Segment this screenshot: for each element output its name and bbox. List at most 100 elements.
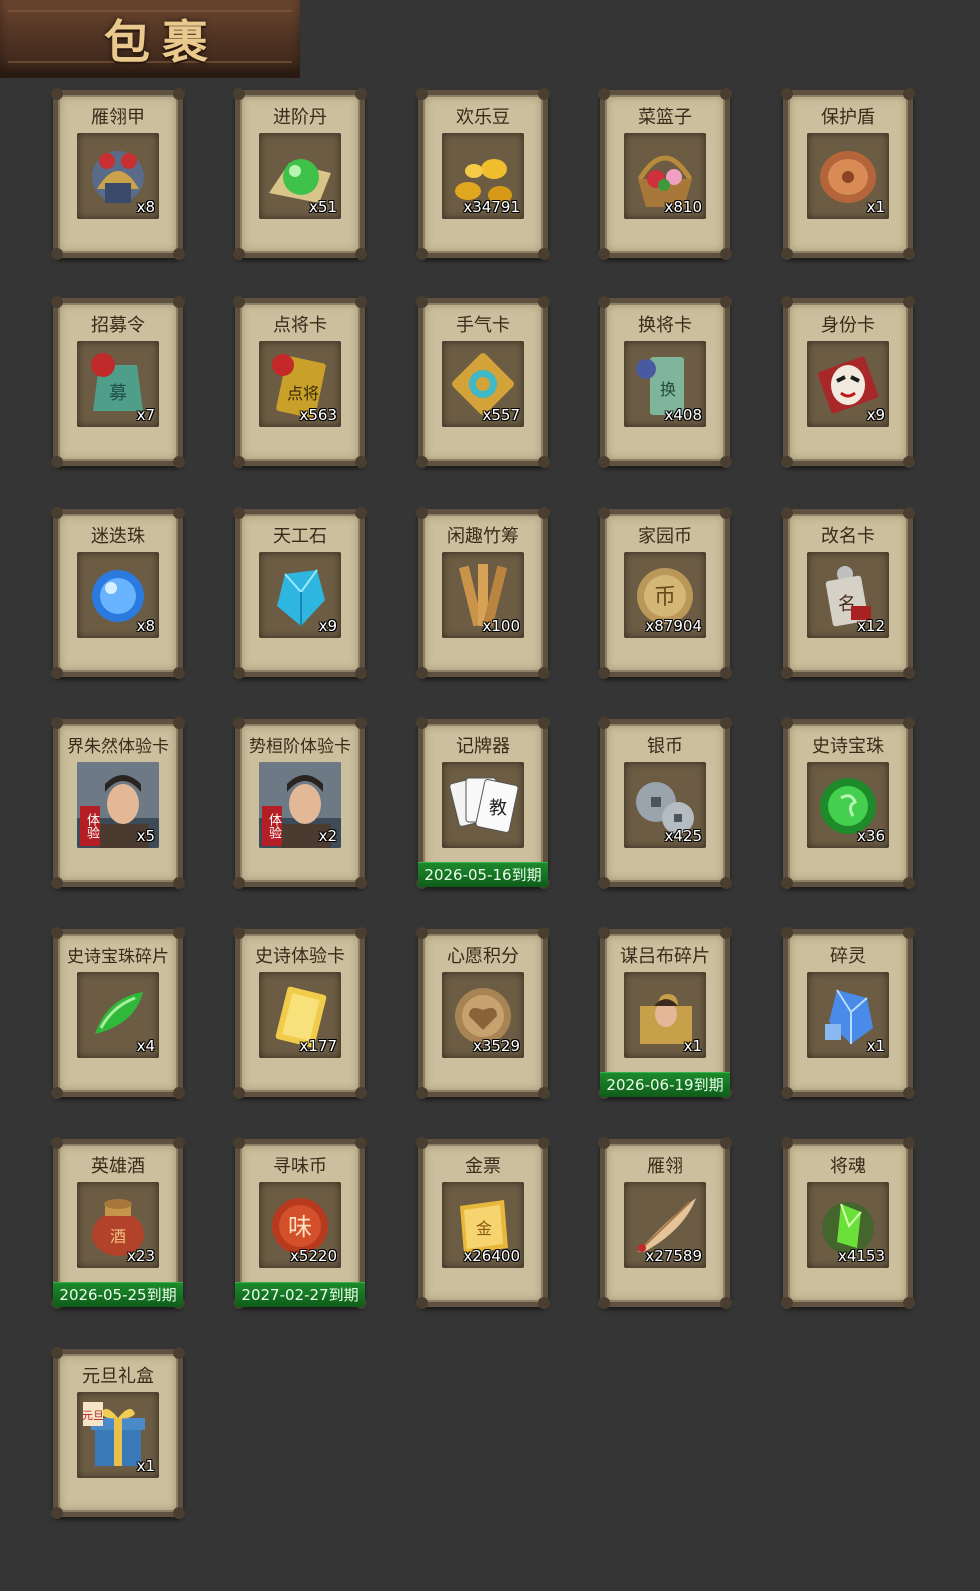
card-corner-rivet xyxy=(173,248,185,260)
card-corner-rivet xyxy=(173,1087,185,1099)
item-count: x1 xyxy=(136,1457,155,1475)
inventory-slot[interactable]: 身份卡 x9 xyxy=(781,296,915,468)
item-count: x87904 xyxy=(645,617,702,635)
item-icon-frame: 教 xyxy=(442,762,524,848)
item-name: 点将卡 xyxy=(273,315,327,336)
item-icon-frame: x810 xyxy=(624,133,706,219)
card-corner-rivet xyxy=(416,248,428,260)
card-corner-rivet xyxy=(51,456,63,468)
item-name: 谋吕布碎片 xyxy=(620,946,710,967)
card-corner-rivet xyxy=(720,248,732,260)
item-count: x563 xyxy=(299,406,337,424)
item-count: x9 xyxy=(866,406,885,424)
inventory-slot[interactable]: 手气卡 x557 xyxy=(416,296,550,468)
inventory-slot[interactable]: 英雄酒酒 x23 2026-05-25到期 xyxy=(51,1137,185,1309)
item-count: x1 xyxy=(683,1037,702,1055)
item-count: x810 xyxy=(664,198,702,216)
inventory-slot[interactable]: 点将卡点将 x563 xyxy=(233,296,367,468)
card-corner-rivet xyxy=(233,248,245,260)
expiry-badge: 2026-05-16到期 xyxy=(418,862,548,887)
inventory-slot[interactable]: 碎灵 x1 xyxy=(781,927,915,1099)
item-name: 势桓阶体验卡 xyxy=(249,737,351,757)
inventory-slot[interactable]: 元旦礼盒元旦 x1 xyxy=(51,1347,185,1519)
inventory-slot[interactable]: 势桓阶体验卡 体验 x2 xyxy=(233,717,367,889)
inventory-slot[interactable]: 菜篮子 x810 xyxy=(598,88,732,260)
inventory-slot[interactable]: 家园币币 x87904 xyxy=(598,507,732,679)
inventory-slot[interactable]: 雁翎甲 x8 xyxy=(51,88,185,260)
inventory-slot[interactable]: 迷迭珠 x8 xyxy=(51,507,185,679)
item-count: x8 xyxy=(136,617,155,635)
inventory-slot[interactable]: 将魂 x4153 xyxy=(781,1137,915,1309)
inventory-slot[interactable]: 史诗宝珠碎片 x4 xyxy=(51,927,185,1099)
card-corner-rivet xyxy=(173,456,185,468)
inventory-slot[interactable]: 换将卡换 x408 xyxy=(598,296,732,468)
svg-text:元旦: 元旦 xyxy=(82,1409,104,1422)
item-name: 金票 xyxy=(465,1156,501,1177)
item-name: 记牌器 xyxy=(456,736,510,757)
card-corner-rivet xyxy=(781,1087,793,1099)
item-name: 身份卡 xyxy=(821,315,875,336)
inventory-slot[interactable]: 金票金 x26400 xyxy=(416,1137,550,1309)
trial-tag: 体验 xyxy=(262,806,282,846)
svg-text:点将: 点将 xyxy=(287,384,319,403)
item-name: 元旦礼盒 xyxy=(82,1366,154,1387)
inventory-slot[interactable]: 招募令募 x7 xyxy=(51,296,185,468)
card-corner-rivet xyxy=(416,667,428,679)
inventory-slot[interactable]: 保护盾 x1 xyxy=(781,88,915,260)
card-corner-rivet xyxy=(903,667,915,679)
item-icon-frame: x557 xyxy=(442,341,524,427)
inventory-slot[interactable]: 雁翎 x27589 xyxy=(598,1137,732,1309)
item-name: 碎灵 xyxy=(830,946,866,967)
trial-tag: 体验 xyxy=(80,806,100,846)
item-icon-frame: x27589 xyxy=(624,1182,706,1268)
card-corner-rivet xyxy=(355,456,367,468)
expiry-badge: 2026-05-25到期 xyxy=(53,1282,183,1307)
svg-text:币: 币 xyxy=(654,585,676,610)
item-count: x36 xyxy=(857,827,885,845)
svg-text:换: 换 xyxy=(660,380,676,399)
card-corner-rivet xyxy=(538,667,550,679)
item-count: x408 xyxy=(664,406,702,424)
item-count: x177 xyxy=(299,1037,337,1055)
inventory-slot[interactable]: 欢乐豆 x34791 xyxy=(416,88,550,260)
item-name: 银币 xyxy=(647,736,683,757)
item-icon-frame: 金 x26400 xyxy=(442,1182,524,1268)
inventory-slot[interactable]: 史诗体验卡 x177 xyxy=(233,927,367,1099)
expiry-badge: 2026-06-19到期 xyxy=(600,1072,730,1097)
inventory-slot[interactable]: 闲趣竹筹 x100 xyxy=(416,507,550,679)
item-name: 换将卡 xyxy=(638,315,692,336)
card-corner-rivet xyxy=(903,1297,915,1309)
item-icon-frame: x1 xyxy=(807,972,889,1058)
item-count: x5220 xyxy=(289,1247,337,1265)
item-name: 欢乐豆 xyxy=(456,107,510,128)
item-icon-frame: 名 x12 xyxy=(807,552,889,638)
item-icon-frame: x177 xyxy=(259,972,341,1058)
item-count: x27589 xyxy=(645,1247,702,1265)
inventory-slot[interactable]: 改名卡名 x12 xyxy=(781,507,915,679)
item-name: 改名卡 xyxy=(821,526,875,547)
card-corner-rivet xyxy=(598,877,610,889)
inventory-slot[interactable]: 进阶丹 x51 xyxy=(233,88,367,260)
inventory-slot[interactable]: 界朱然体验卡 体验 x5 xyxy=(51,717,185,889)
item-name: 心愿积分 xyxy=(447,946,519,967)
inventory-slot[interactable]: 记牌器教 2026-05-16到期 xyxy=(416,717,550,889)
item-icon-frame: x9 xyxy=(807,341,889,427)
item-name: 史诗宝珠碎片 xyxy=(67,947,169,967)
inventory-slot[interactable]: 天工石 x9 xyxy=(233,507,367,679)
svg-text:酒: 酒 xyxy=(110,1227,126,1246)
item-count: x1 xyxy=(866,198,885,216)
inventory-slot[interactable]: 史诗宝珠 x36 xyxy=(781,717,915,889)
card-corner-rivet xyxy=(903,456,915,468)
card-corner-rivet xyxy=(355,248,367,260)
item-icon-frame: 酒 x23 xyxy=(77,1182,159,1268)
card-corner-rivet xyxy=(538,456,550,468)
card-corner-rivet xyxy=(781,667,793,679)
item-name: 将魂 xyxy=(830,1156,866,1177)
inventory-slot[interactable]: 寻味币味 x5220 2027-02-27到期 xyxy=(233,1137,367,1309)
inventory-slot[interactable]: 谋吕布碎片 x1 2026-06-19到期 xyxy=(598,927,732,1099)
item-count: x557 xyxy=(482,406,520,424)
inventory-slot[interactable]: 银币 x425 xyxy=(598,717,732,889)
item-name: 家园币 xyxy=(638,526,692,547)
inventory-slot[interactable]: 心愿积分 x3529 xyxy=(416,927,550,1099)
svg-text:教: 教 xyxy=(489,798,507,819)
